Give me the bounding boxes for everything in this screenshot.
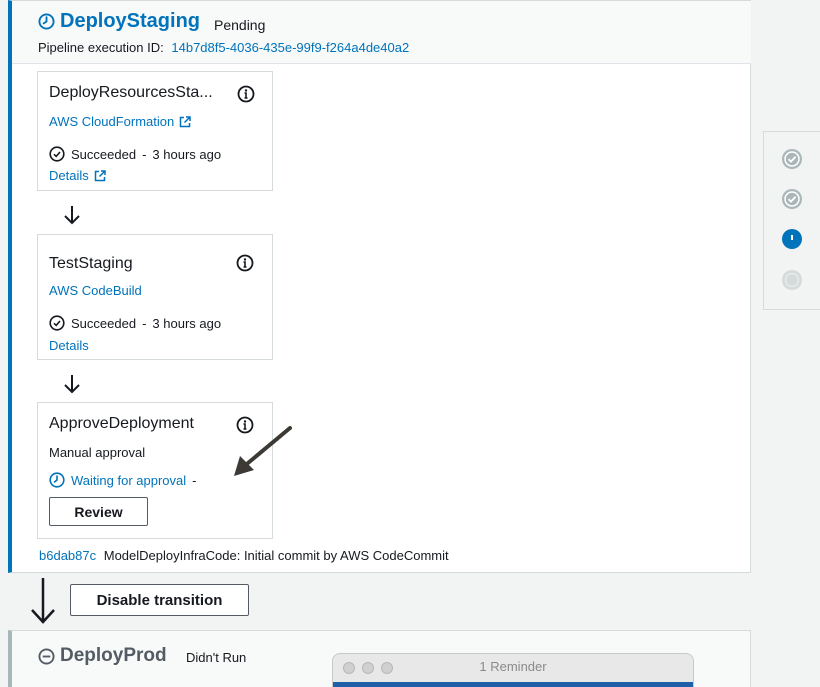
- provider-link[interactable]: AWS CloudFormation: [49, 114, 191, 129]
- stage-name: DeployProd: [60, 645, 167, 666]
- provider-label: AWS CloudFormation: [49, 114, 175, 129]
- disable-transition-button[interactable]: Disable transition: [70, 584, 249, 616]
- status-separator: -: [192, 472, 197, 488]
- action-title: ApproveDeployment: [49, 415, 194, 432]
- status-time: 3 hours ago: [152, 315, 222, 331]
- minus-circle-icon: [38, 647, 55, 665]
- details-link[interactable]: Details: [49, 168, 106, 183]
- commit-id-link[interactable]: b6dab87c: [39, 548, 96, 563]
- stage-deploy-staging: DeployStaging Pending Pipeline execution…: [8, 0, 751, 573]
- details-label: Details: [49, 338, 89, 353]
- action-title: DeployResourcesSta...: [49, 84, 213, 101]
- check-circle-icon[interactable]: [781, 188, 803, 210]
- check-circle-icon[interactable]: [781, 148, 803, 170]
- review-button[interactable]: Review: [49, 497, 148, 526]
- action-card-test-staging: TestStaging AWS CodeBuild Succeeded - 3 …: [37, 234, 273, 360]
- reminder-content-bar: [333, 682, 693, 687]
- empty-circle-icon[interactable]: [781, 269, 803, 291]
- status-text: Succeeded: [71, 315, 137, 331]
- info-icon[interactable]: [236, 254, 254, 272]
- external-link-icon: [94, 169, 106, 181]
- status-time: 3 hours ago: [152, 146, 222, 162]
- waiting-for-approval-link[interactable]: Waiting for approval: [71, 473, 186, 488]
- stage-navigator: [763, 131, 820, 310]
- status-separator: -: [142, 315, 147, 331]
- progress-dot-icon[interactable]: [781, 228, 803, 250]
- arrow-down-icon: [64, 375, 80, 394]
- provider-label: AWS CodeBuild: [49, 283, 142, 298]
- provider-link[interactable]: AWS CodeBuild: [49, 283, 142, 298]
- stage-title: DeployProd: [38, 645, 167, 667]
- details-link[interactable]: Details: [49, 338, 89, 353]
- status-separator: -: [142, 146, 147, 162]
- action-card-deploy-resources: DeployResourcesSta... AWS CloudFormation…: [37, 71, 273, 191]
- stage-title: DeployStaging: [38, 10, 200, 33]
- stage-name: DeployStaging: [60, 10, 201, 32]
- check-circle-icon: [49, 315, 65, 331]
- reminder-window: 1 Reminder: [332, 653, 694, 687]
- execution-id-label: Pipeline execution ID:: [38, 40, 164, 55]
- details-label: Details: [49, 168, 89, 183]
- action-status: Succeeded - 3 hours ago: [49, 315, 221, 331]
- external-link-icon: [179, 115, 191, 127]
- stage-status: Didn't Run: [186, 650, 247, 665]
- status-text: Succeeded: [71, 146, 137, 162]
- pipeline-execution: Pipeline execution ID: 14b7d8f5-4036-435…: [38, 40, 409, 55]
- action-title: TestStaging: [49, 255, 133, 272]
- check-circle-icon: [49, 146, 65, 162]
- commit-message: ModelDeployInfraCode: Initial commit by …: [103, 548, 449, 563]
- annotation-arrow-icon: [234, 426, 292, 476]
- info-icon[interactable]: [237, 85, 255, 103]
- execution-id-link[interactable]: 14b7d8f5-4036-435e-99f9-f264a4de40a2: [171, 40, 409, 55]
- clock-icon: [38, 13, 55, 30]
- source-commit: b6dab87c ModelDeployInfraCode: Initial c…: [39, 548, 449, 563]
- provider-label: Manual approval: [49, 445, 146, 460]
- clock-icon: [49, 472, 65, 488]
- stage-status: Pending: [214, 17, 266, 33]
- transition-arrow-icon: [31, 578, 55, 624]
- reminder-title: 1 Reminder: [479, 659, 547, 674]
- arrow-down-icon: [64, 206, 80, 225]
- action-status: Succeeded - 3 hours ago: [49, 146, 221, 162]
- action-status: Waiting for approval -: [49, 472, 202, 488]
- stage-header: DeployStaging Pending Pipeline execution…: [12, 1, 751, 64]
